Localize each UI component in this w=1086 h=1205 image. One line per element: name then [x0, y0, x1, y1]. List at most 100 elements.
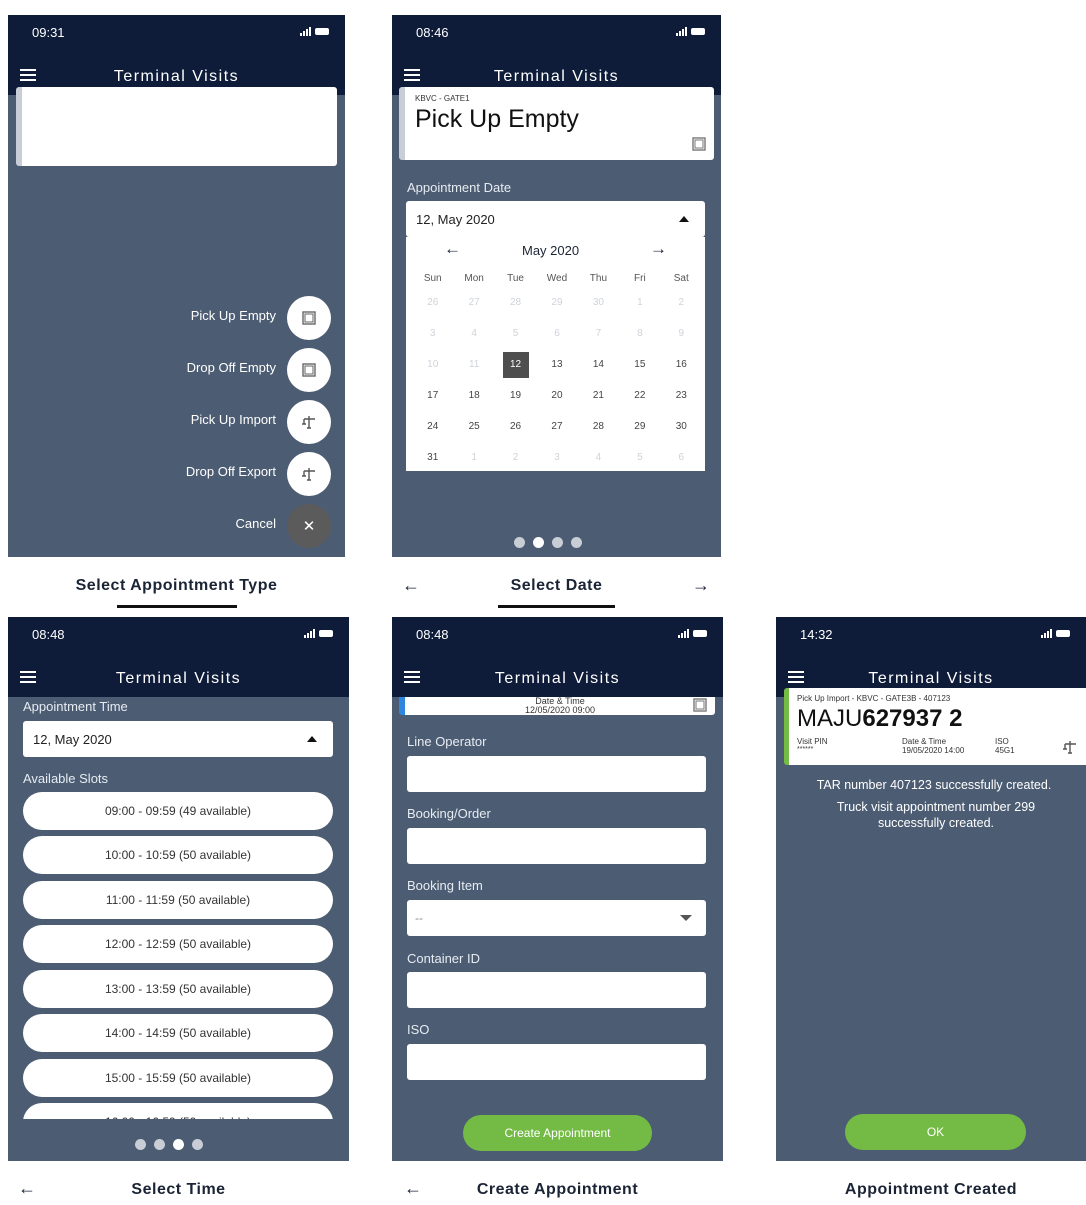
calendar-day[interactable]: 26: [495, 411, 536, 442]
calendar-day[interactable]: 29: [619, 411, 660, 442]
calendar-day: 5: [512, 328, 519, 339]
screen-select-time: 08:48 Terminal Visits Appointment Time 1…: [8, 617, 349, 1161]
calendar-day[interactable]: 17: [412, 380, 453, 411]
calendar-month: May 2020: [522, 243, 580, 258]
card-subtitle: KBVC - GATE1: [415, 94, 470, 103]
status-bar: 14:32: [776, 617, 1086, 661]
screen-appointment-created: 14:32 Terminal Visits Pick Up Import - K…: [776, 617, 1086, 1161]
calendar-day[interactable]: 20: [536, 380, 577, 411]
calendar-day: 1: [471, 452, 477, 463]
calendar-day[interactable]: 13: [536, 349, 577, 380]
time-slot[interactable]: 12:00 - 12:59 (50 available): [23, 925, 333, 963]
caption-select-appointment-type: Select Appointment Type: [75, 577, 278, 594]
tar-success-message: TAR number 407123 successfully created.: [816, 778, 1052, 792]
calendar-day[interactable]: 30: [661, 411, 702, 442]
cancel-button[interactable]: ✕: [287, 504, 331, 548]
create-appointment-button[interactable]: Create Appointment: [463, 1115, 652, 1151]
option-label-drop-off-empty[interactable]: Drop Off Empty: [136, 360, 276, 375]
status-time: 08:48: [416, 627, 449, 642]
iso-label: ISO: [995, 737, 1009, 746]
screen-create-appointment: 08:48 Terminal Visits Date & Time 12/05/…: [392, 617, 723, 1161]
appointment-card: KBVC - GATE1 Pick Up Empty: [399, 87, 714, 160]
calendar-day: 6: [678, 452, 685, 463]
nav-title: Terminal Visits: [113, 68, 240, 85]
appointment-date-label: Appointment Date: [407, 180, 512, 195]
container-number: 627937 2: [862, 705, 963, 732]
truck-visit-success-message: Truck visit appointment number 299 succe…: [836, 800, 1036, 830]
calendar-day: 27: [468, 297, 480, 308]
weekday-header: Tue: [507, 273, 524, 284]
calendar-day: 5: [637, 452, 643, 463]
calendar-day: 7: [595, 328, 602, 339]
calendar-day: 2: [512, 452, 519, 463]
calendar-day[interactable]: 27: [536, 411, 577, 442]
ok-button[interactable]: OK: [845, 1114, 1026, 1150]
appointment-date-select[interactable]: 12, May 2020: [406, 201, 705, 237]
appointment-card: [16, 87, 337, 166]
calendar-day: 28: [510, 297, 522, 308]
status-bar: 08:48: [392, 617, 723, 661]
calendar-day[interactable]: 22: [619, 380, 660, 411]
time-slot[interactable]: 09:00 - 09:59 (49 available): [23, 792, 333, 830]
calendar-day[interactable]: 25: [453, 411, 494, 442]
status-icons: [678, 629, 707, 638]
line-operator-input[interactable]: [407, 756, 706, 792]
caption-select-date: Select Date: [510, 577, 603, 594]
screen-select-date: 08:46 Terminal Visits KBVC - GATE1 Pick …: [392, 15, 721, 557]
calendar-day: 26: [427, 297, 439, 308]
next-month-arrow[interactable]: →: [650, 239, 667, 259]
booking-item-value: --: [415, 911, 423, 925]
time-slot[interactable]: 16:00 - 16:59 (50 available): [23, 1103, 333, 1119]
calendar-day[interactable]: 19: [495, 380, 536, 411]
calendar-day[interactable]: 28: [578, 411, 619, 442]
booking-order-input[interactable]: [407, 828, 706, 864]
card-title: Pick Up Empty: [415, 105, 579, 133]
container-id: MAJU627937 2: [797, 705, 962, 733]
container-id-label: Container ID: [407, 951, 480, 966]
weekday-header: Wed: [546, 273, 568, 284]
calendar-day[interactable]: 18: [453, 380, 494, 411]
time-slot[interactable]: 11:00 - 11:59 (50 available): [23, 881, 333, 919]
chevron-down-icon: [680, 915, 692, 921]
calendar-day[interactable]: 24: [412, 411, 453, 442]
status-time: 14:32: [800, 627, 833, 642]
time-slot[interactable]: 10:00 - 10:59 (50 available): [23, 836, 333, 874]
prev-month-arrow[interactable]: ←: [444, 239, 461, 259]
iso-label: ISO: [407, 1022, 430, 1037]
time-slot[interactable]: 14:00 - 14:59 (50 available): [23, 1014, 333, 1052]
time-slot[interactable]: 15:00 - 15:59 (50 available): [23, 1059, 333, 1097]
calendar-day[interactable]: 31: [412, 442, 453, 473]
option-label-pick-up-empty[interactable]: Pick Up Empty: [136, 308, 276, 323]
calendar-day[interactable]: 16: [661, 349, 702, 380]
calendar-day[interactable]: 14: [578, 349, 619, 380]
iso-value: 45G1: [995, 746, 1015, 755]
time-slot[interactable]: 13:00 - 13:59 (50 available): [23, 970, 333, 1008]
calendar-day[interactable]: 12: [495, 349, 536, 380]
drop-off-empty-button[interactable]: [287, 348, 331, 392]
calendar-day[interactable]: 21: [578, 380, 619, 411]
status-bar: 09:31: [8, 15, 345, 59]
appointment-date-value: 12, May 2020: [416, 212, 495, 227]
slot-list: 09:00 - 09:59 (49 available) 10:00 - 10:…: [8, 617, 349, 1119]
option-label-drop-off-export[interactable]: Drop Off Export: [136, 464, 276, 479]
selected-day[interactable]: 12: [502, 352, 529, 378]
crane-icon: [1063, 741, 1076, 754]
calendar-day[interactable]: 23: [661, 380, 702, 411]
drop-off-export-button[interactable]: [287, 452, 331, 496]
pick-up-empty-button[interactable]: [287, 296, 331, 340]
calendar-day[interactable]: 15: [619, 349, 660, 380]
cancel-label[interactable]: Cancel: [136, 516, 276, 531]
option-label-pick-up-import[interactable]: Pick Up Import: [136, 412, 276, 427]
datetime-value: 19/05/2020 14:00: [902, 746, 965, 755]
calendar-day: 4: [595, 452, 602, 463]
next-step-arrow[interactable]: →: [692, 575, 710, 596]
booking-item-select[interactable]: --: [407, 900, 706, 936]
calendar-day: 30: [592, 297, 604, 308]
status-time: 08:46: [416, 25, 449, 40]
weekday-header: Mon: [464, 273, 484, 284]
close-icon: ✕: [302, 518, 316, 535]
container-id-input[interactable]: [407, 972, 706, 1008]
pick-up-import-button[interactable]: [287, 400, 331, 444]
weekday-header: Sat: [673, 273, 689, 284]
iso-input[interactable]: [407, 1044, 706, 1080]
